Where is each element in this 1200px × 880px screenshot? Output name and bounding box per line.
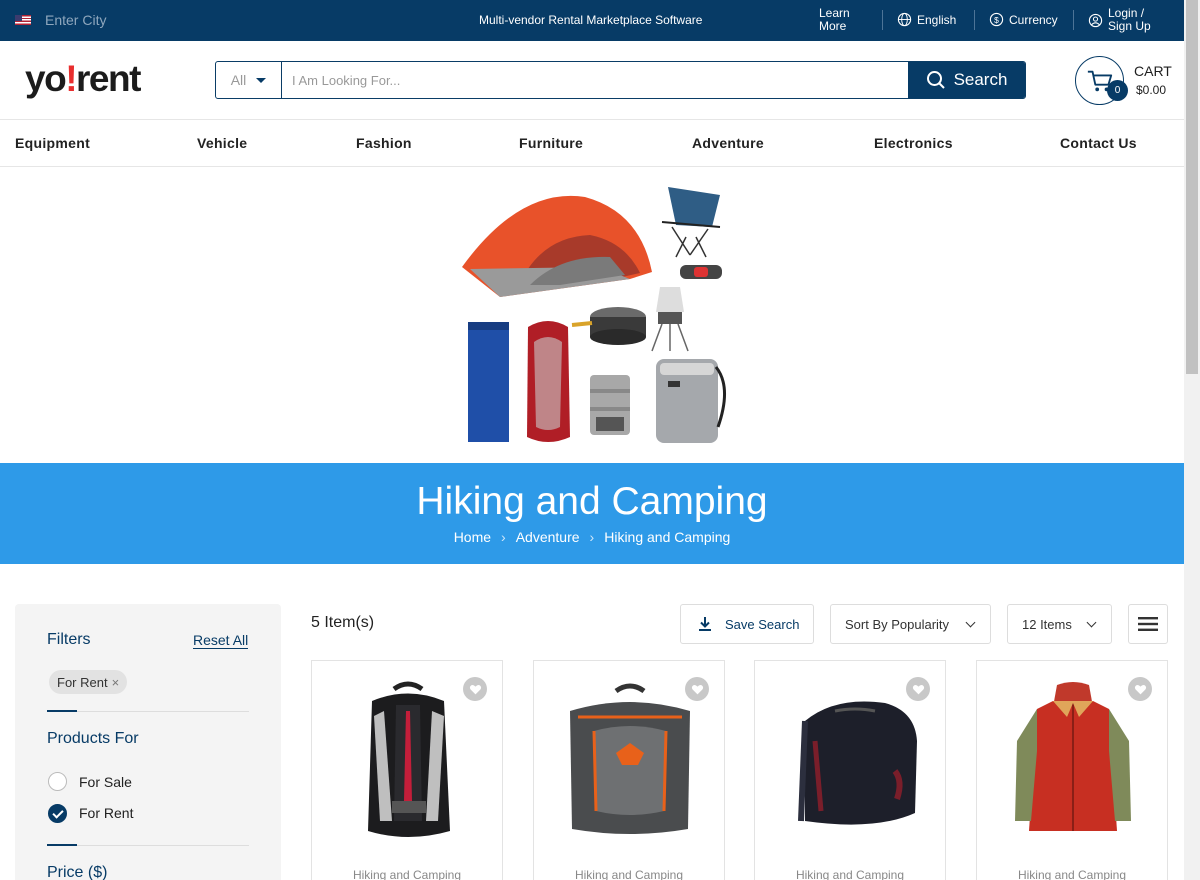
logo-text-bang: !	[65, 58, 77, 99]
sort-select-value: Sort By Popularity	[845, 616, 950, 632]
chevron-right-icon: ›	[589, 529, 595, 545]
active-filter-chip[interactable]: For Rent ×	[49, 670, 128, 694]
filters-title: Filters	[47, 631, 91, 648]
nav-item-vehicle[interactable]: Vehicle	[197, 135, 247, 151]
divider-accent	[47, 844, 77, 846]
login-line2: Sign Up	[1108, 19, 1151, 33]
filter-divider	[47, 844, 249, 846]
product-card[interactable]: Hiking and Camping	[976, 660, 1168, 880]
search-button[interactable]: Search	[908, 62, 1025, 98]
save-search-label: Save Search	[725, 616, 800, 632]
learn-more-link[interactable]: Learn More	[819, 7, 850, 33]
search-input[interactable]	[282, 62, 908, 98]
login-label: Login / Sign Up	[1108, 7, 1151, 33]
us-flag-icon[interactable]	[15, 15, 31, 25]
nav-item-fashion[interactable]: Fashion	[356, 135, 412, 151]
chevron-right-icon: ›	[501, 529, 506, 545]
for-rent-radio[interactable]	[48, 804, 67, 823]
language-selector[interactable]: English	[897, 12, 956, 27]
topbar-divider	[1073, 10, 1074, 30]
user-icon	[1088, 13, 1103, 27]
main-nav: Equipment Vehicle Fashion Furniture Adve…	[0, 119, 1184, 167]
logo-text-yo: yo	[25, 58, 67, 99]
product-image-black-red-backpack	[368, 681, 450, 837]
divider-accent	[47, 710, 77, 712]
learn-more-line1: Learn	[819, 6, 850, 20]
chevron-down-icon	[965, 617, 976, 627]
product-card[interactable]: Hiking and Camping	[754, 660, 946, 880]
filter-panel: Filters Reset All For Rent × Products Fo…	[15, 604, 281, 880]
category-select[interactable]: All	[216, 62, 282, 98]
filter-divider	[47, 710, 249, 712]
globe-icon	[897, 12, 912, 27]
reset-all-link[interactable]: Reset All	[193, 632, 249, 649]
sort-select[interactable]: Sort By Popularity	[830, 604, 991, 644]
items-per-page-select[interactable]: 12 Items	[1007, 604, 1112, 644]
cart-label[interactable]: CART	[1134, 63, 1172, 79]
items-per-page-value: 12 Items	[1022, 616, 1072, 632]
menu-icon	[1138, 617, 1158, 631]
search-icon	[926, 71, 945, 89]
category-hero-image	[0, 167, 1184, 463]
list-view-toggle[interactable]	[1128, 604, 1168, 644]
chevron-down-icon	[1086, 617, 1097, 627]
breadcrumb-current: Hiking and Camping	[604, 529, 731, 545]
product-card[interactable]: Hiking and Camping	[533, 660, 725, 880]
download-icon	[699, 617, 711, 631]
dollar-circle-icon: $	[989, 12, 1004, 27]
product-image-black-duffel-bag	[798, 701, 917, 825]
products-for-heading: Products For	[47, 730, 139, 747]
product-category: Hiking and Camping	[352, 868, 462, 880]
site-logo[interactable]: yo!rent	[25, 58, 141, 100]
breadcrumb: Home › Adventure › Hiking and Camping	[0, 529, 1184, 545]
category-banner: Hiking and Camping Home › Adventure › Hi…	[0, 463, 1184, 564]
nav-item-electronics[interactable]: Electronics	[874, 135, 953, 151]
for-sale-radio[interactable]	[48, 772, 67, 791]
language-label: English	[917, 12, 957, 27]
topbar-divider	[882, 10, 883, 30]
nav-item-adventure[interactable]: Adventure	[692, 135, 764, 151]
tagline: Multi-vendor Rental Marketplace Software	[479, 13, 703, 27]
cart-total: $0.00	[1136, 83, 1167, 97]
category-select-value: All	[230, 72, 247, 88]
product-category: Hiking and Camping	[1017, 868, 1127, 880]
camping-gear-illustration	[462, 187, 727, 443]
product-category: Hiking and Camping	[795, 868, 905, 880]
nav-item-contact-us[interactable]: Contact Us	[1060, 135, 1137, 151]
search-button-label: Search	[953, 70, 1008, 89]
caret-down-icon	[256, 77, 267, 83]
breadcrumb-adventure[interactable]: Adventure	[516, 529, 580, 545]
for-sale-label[interactable]: For Sale	[79, 774, 132, 790]
for-rent-label[interactable]: For Rent	[79, 805, 133, 821]
item-count: 5 Item(s)	[311, 614, 375, 631]
save-search-button[interactable]: Save Search	[680, 604, 814, 644]
close-icon[interactable]: ×	[112, 675, 120, 690]
scrollbar-thumb[interactable]	[1186, 0, 1198, 374]
chip-label: For Rent	[57, 674, 108, 690]
learn-more-line2: More	[819, 19, 847, 33]
login-line1: Login /	[1108, 6, 1145, 20]
product-image-red-green-jacket	[1015, 682, 1131, 831]
currency-selector[interactable]: $ Currency	[989, 12, 1058, 27]
search-bar: All Search	[215, 61, 1026, 99]
breadcrumb-home[interactable]: Home	[454, 529, 491, 545]
currency-label: Currency	[1009, 12, 1058, 27]
product-card[interactable]: Hiking and Camping	[311, 660, 503, 880]
page-title: Hiking and Camping	[416, 480, 768, 523]
price-heading: Price ($)	[47, 864, 108, 880]
svg-text:$: $	[994, 15, 999, 25]
product-category: Hiking and Camping	[574, 868, 684, 880]
topbar-divider	[974, 10, 975, 30]
city-input[interactable]: Enter City	[45, 12, 106, 28]
cart-count-badge: 0	[1107, 80, 1128, 101]
page-scrollbar[interactable]	[1184, 0, 1200, 880]
top-bar: Enter City Multi-vendor Rental Marketpla…	[0, 0, 1184, 41]
login-signup-link[interactable]: Login / Sign Up	[1088, 7, 1151, 33]
logo-text-rent: rent	[76, 58, 141, 99]
product-image-grey-orange-backpack	[570, 683, 690, 834]
nav-item-equipment[interactable]: Equipment	[15, 135, 90, 151]
nav-item-furniture[interactable]: Furniture	[519, 135, 583, 151]
